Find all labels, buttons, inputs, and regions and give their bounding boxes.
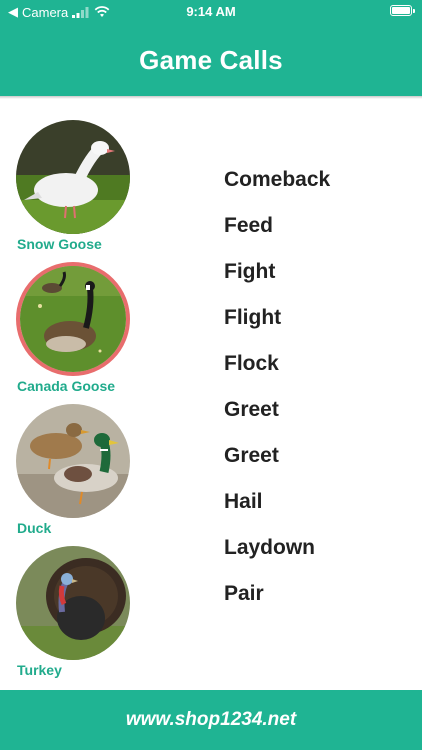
call-item[interactable]: Flock xyxy=(224,344,414,390)
call-item[interactable]: Comeback xyxy=(224,160,414,206)
call-item[interactable]: Greet xyxy=(224,390,414,436)
bird-name: Snow Goose xyxy=(17,236,102,252)
nav-shadow xyxy=(0,96,422,99)
call-item[interactable]: Greet xyxy=(224,436,414,482)
call-item[interactable]: Fight xyxy=(224,252,414,298)
nav-bar: Game Calls xyxy=(0,24,422,96)
call-item[interactable]: Feed xyxy=(224,206,414,252)
call-item[interactable]: Laydown xyxy=(224,528,414,574)
canada-goose-photo[interactable] xyxy=(16,262,130,376)
status-time: 9:14 AM xyxy=(186,4,236,19)
turkey-photo[interactable] xyxy=(16,546,130,660)
bird-name: Turkey xyxy=(17,662,62,678)
bird-name: Canada Goose xyxy=(17,378,116,394)
footer-bar: www.shop1234.net xyxy=(0,690,422,750)
status-bar: ◀ Camera 9:14 AM xyxy=(0,0,422,24)
page-title: Game Calls xyxy=(139,44,283,75)
call-list: Comeback Feed Fight Flight Flock Greet G… xyxy=(224,160,414,620)
call-item[interactable]: Pair xyxy=(224,574,414,620)
duck-photo[interactable] xyxy=(16,404,130,518)
footer-link[interactable]: www.shop1234.net xyxy=(126,709,296,731)
snow-goose-photo[interactable] xyxy=(16,120,130,234)
battery-icon xyxy=(390,5,415,16)
call-item[interactable]: Hail xyxy=(224,482,414,528)
call-item[interactable]: Flight xyxy=(224,298,414,344)
bird-name: Duck xyxy=(17,520,52,536)
